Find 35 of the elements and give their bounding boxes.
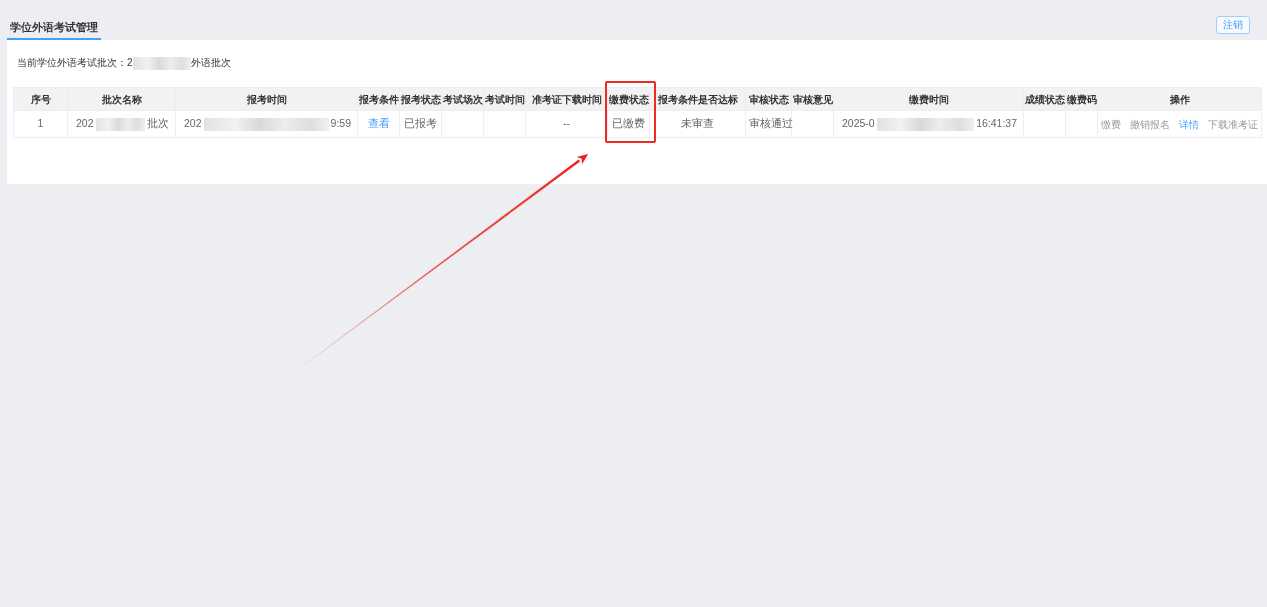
column-header: 报考条件 — [357, 87, 400, 111]
table-cell: 已缴费 — [607, 110, 650, 138]
column-header: 准考证下载时间 — [525, 87, 608, 111]
redaction-blur — [95, 117, 145, 131]
logout-button[interactable]: 注销 — [1216, 16, 1250, 34]
table-cell-text: 9:59 — [330, 116, 351, 132]
table-cell-text: 202 — [76, 116, 94, 132]
table-cell: 1 — [13, 110, 68, 138]
column-header: 报考时间 — [175, 87, 358, 111]
table-cell: 未审查 — [649, 110, 746, 138]
column-header: 批次名称 — [67, 87, 176, 111]
table-cell-text: 批次 — [147, 116, 169, 132]
batch-value: 外语批次 — [190, 56, 231, 70]
table-cell-text: 2025-0 — [842, 116, 875, 132]
action-link[interactable]: 详情 — [1179, 116, 1199, 132]
column-header: 审核状态 — [745, 87, 792, 111]
column-header: 考试场次 — [441, 87, 484, 111]
column-header: 序号 — [13, 87, 68, 111]
column-header: 缴费状态 — [607, 87, 650, 111]
batch-value: 2 — [127, 56, 133, 70]
table-cell-text: 202 — [184, 116, 202, 132]
table-cell: 已报考 — [399, 110, 442, 138]
table-cell: -- — [525, 110, 608, 138]
column-header: 缴费时间 — [833, 87, 1024, 111]
table-cell-text: 16:41:37 — [976, 116, 1017, 132]
column-header: 考试时间 — [483, 87, 526, 111]
redaction-blur — [132, 56, 191, 70]
table-cell: 审核通过 — [745, 110, 792, 138]
column-header: 操作 — [1097, 87, 1262, 111]
column-header: 成绩状态 — [1023, 87, 1066, 111]
batch-label: 当前学位外语考试批次： — [17, 56, 127, 70]
column-header: 缴费码 — [1065, 87, 1098, 111]
column-header: 审核意见 — [791, 87, 834, 111]
column-header: 报考状态 — [399, 87, 442, 111]
column-header: 报考条件是否达标 — [649, 87, 746, 111]
